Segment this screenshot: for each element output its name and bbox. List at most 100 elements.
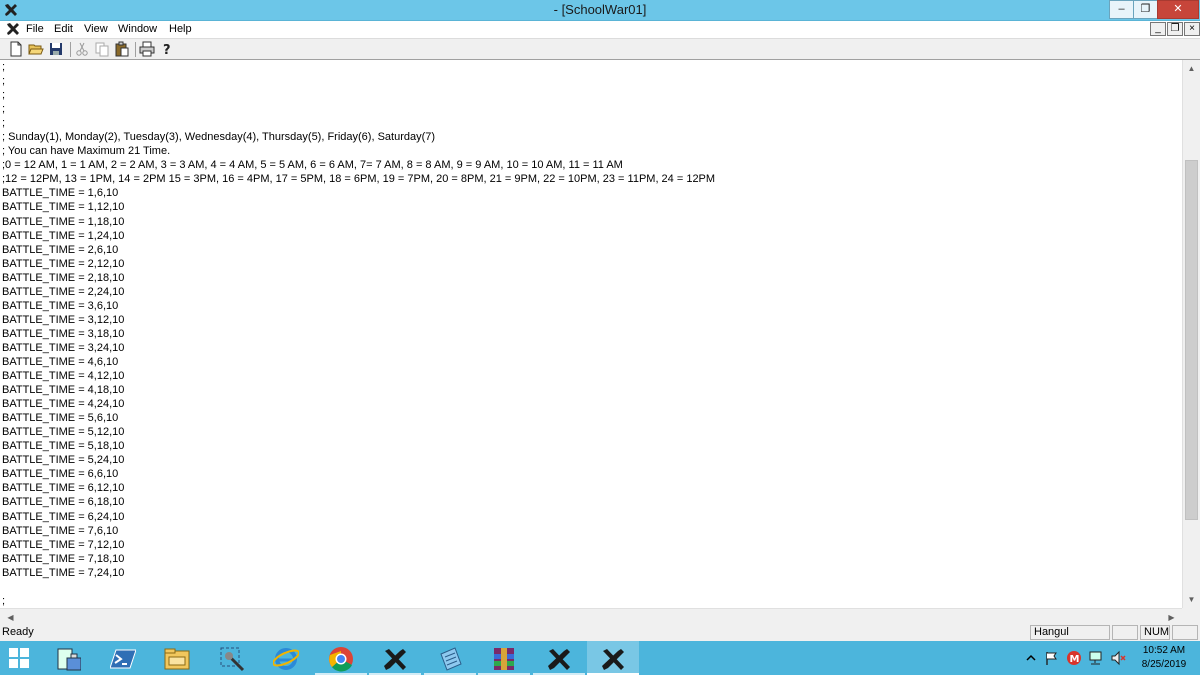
editor-line: BATTLE_TIME = 6,24,10 <box>2 510 125 523</box>
scroll-up-icon[interactable]: ▲ <box>1183 60 1200 77</box>
editor-line: BATTLE_TIME = 2,24,10 <box>2 285 125 298</box>
action-center-flag-icon[interactable] <box>1044 650 1060 666</box>
clock[interactable]: 10:52 AM 8/25/2019 <box>1133 644 1195 672</box>
taskbar-app-notepad[interactable] <box>423 641 476 675</box>
editor-line: ; <box>2 103 6 116</box>
status-text: Ready <box>2 626 34 638</box>
scroll-down-icon[interactable]: ▼ <box>1183 591 1200 608</box>
svg-text:M: M <box>1070 654 1080 665</box>
help-icon[interactable]: ? <box>159 41 175 57</box>
windows-start-icon[interactable] <box>8 647 30 669</box>
system-tray: M <box>1022 641 1132 675</box>
winrar-icon <box>494 648 514 670</box>
toolbar-separator <box>70 42 71 57</box>
editor-line: BATTLE_TIME = 1,12,10 <box>2 201 125 214</box>
paste-icon[interactable] <box>114 41 130 57</box>
volume-muted-icon[interactable] <box>1110 650 1126 666</box>
show-hidden-icons-icon[interactable] <box>1026 653 1036 663</box>
copy-icon[interactable] <box>94 41 110 57</box>
editor-line: BATTLE_TIME = 6,6,10 <box>2 468 119 481</box>
editor-line: BATTLE_TIME = 6,18,10 <box>2 496 125 509</box>
status-bar: Ready Hangul NUM <box>0 625 1200 641</box>
editor-line: BATTLE_TIME = 6,12,10 <box>2 482 125 495</box>
menu-bar: File Edit View Window Help _ ❐ × <box>0 21 1200 38</box>
status-pane-empty <box>1112 625 1138 640</box>
maximize-button[interactable]: ❐ <box>1133 0 1158 19</box>
menu-help[interactable]: Help <box>169 23 192 35</box>
taskbar-app-server-manager[interactable] <box>42 641 94 675</box>
vertical-scrollbar[interactable]: ▲ ▼ <box>1182 60 1200 608</box>
editor-line: ; <box>2 75 6 88</box>
file-explorer-icon <box>164 648 190 670</box>
internet-explorer-icon <box>273 648 299 670</box>
mdi-minimize-button[interactable]: _ <box>1150 22 1166 36</box>
close-button[interactable]: ✕ <box>1157 0 1199 19</box>
menu-view[interactable]: View <box>84 23 108 35</box>
powershell-icon <box>109 649 136 669</box>
wrench-tool-icon <box>602 649 624 670</box>
editor-line: ; You can have Maximum 21 Time. <box>2 145 171 158</box>
editor-line: ;0 = 12 AM, 1 = 1 AM, 2 = 2 AM, 3 = 3 AM… <box>2 159 623 172</box>
taskbar: M 10:52 AM 8/25/2019 <box>0 641 1200 675</box>
mdi-close-button[interactable]: × <box>1184 22 1200 36</box>
taskbar-app-file-explorer[interactable] <box>151 641 203 675</box>
minimize-button[interactable]: – <box>1109 0 1134 19</box>
menu-edit[interactable]: Edit <box>54 23 73 35</box>
editor-line: BATTLE_TIME = 7,18,10 <box>2 552 125 565</box>
mdi-restore-button[interactable]: ❐ <box>1167 22 1183 36</box>
editor-line: ; <box>2 594 6 607</box>
editor-line: BATTLE_TIME = 4,18,10 <box>2 384 125 397</box>
editor-line: BATTLE_TIME = 5,24,10 <box>2 454 125 467</box>
text-editor-area[interactable]: ;;;;;; Sunday(1), Monday(2), Tuesday(3),… <box>0 60 1182 608</box>
editor-line: BATTLE_TIME = 3,24,10 <box>2 341 125 354</box>
vertical-scroll-thumb[interactable] <box>1185 160 1198 520</box>
taskbar-app-chrome[interactable] <box>314 641 367 675</box>
ime-indicator: Hangul <box>1030 625 1110 640</box>
m-badge-icon[interactable]: M <box>1066 650 1082 666</box>
taskbar-app-wrench-tool[interactable] <box>369 641 421 675</box>
taskbar-app-wrench-tool[interactable] <box>587 641 639 675</box>
toolbar-separator <box>135 42 136 57</box>
svg-text:?: ? <box>163 43 171 57</box>
scroll-left-icon[interactable]: ◀ <box>2 609 19 626</box>
menu-file[interactable]: File <box>26 23 44 35</box>
new-icon[interactable] <box>8 41 24 57</box>
clock-date: 8/25/2019 <box>1141 659 1187 670</box>
editor-line: BATTLE_TIME = 3,12,10 <box>2 313 125 326</box>
toolbar: ? <box>0 38 1200 60</box>
editor-line: BATTLE_TIME = 4,6,10 <box>2 355 119 368</box>
taskbar-app-winrar[interactable] <box>478 641 530 675</box>
cut-icon[interactable] <box>74 41 90 57</box>
editor-line: ;12 = 12PM, 13 = 1PM, 14 = 2PM 15 = 3PM,… <box>2 173 716 186</box>
wrench-tool-icon <box>547 649 570 670</box>
editor-line: BATTLE_TIME = 2,6,10 <box>2 243 119 256</box>
editor-line: BATTLE_TIME = 1,24,10 <box>2 229 125 242</box>
title-bar: - [SchoolWar01] – ❐ ✕ <box>0 0 1200 21</box>
taskbar-app-internet-explorer[interactable] <box>260 641 312 675</box>
document-icon[interactable] <box>5 21 21 37</box>
editor-line: BATTLE_TIME = 3,6,10 <box>2 299 119 312</box>
editor-line: ; <box>2 117 6 130</box>
taskbar-app-tool-app[interactable] <box>206 641 258 675</box>
notepad-icon <box>439 647 462 671</box>
server-manager-icon <box>57 648 81 671</box>
save-icon[interactable] <box>48 41 64 57</box>
window-title: - [SchoolWar01] <box>553 2 647 17</box>
scroll-right-icon[interactable]: ▶ <box>1163 609 1180 626</box>
editor-line: BATTLE_TIME = 1,18,10 <box>2 215 125 228</box>
taskbar-app-powershell[interactable] <box>97 641 149 675</box>
editor-line: BATTLE_TIME = 3,18,10 <box>2 327 125 340</box>
editor-line: BATTLE_TIME = 5,18,10 <box>2 440 125 453</box>
open-icon[interactable] <box>28 41 44 57</box>
menu-window[interactable]: Window <box>118 23 157 35</box>
print-icon[interactable] <box>139 41 155 57</box>
editor-line: BATTLE_TIME = 7,12,10 <box>2 538 125 551</box>
editor-line: BATTLE_TIME = 4,24,10 <box>2 398 125 411</box>
network-icon[interactable] <box>1088 650 1104 666</box>
horizontal-scrollbar[interactable]: ◀ ▶ <box>0 608 1182 625</box>
numlock-indicator: NUM <box>1140 625 1170 640</box>
chrome-icon <box>328 647 353 672</box>
taskbar-app-wrench-tool[interactable] <box>532 641 585 675</box>
editor-line: BATTLE_TIME = 2,18,10 <box>2 271 125 284</box>
